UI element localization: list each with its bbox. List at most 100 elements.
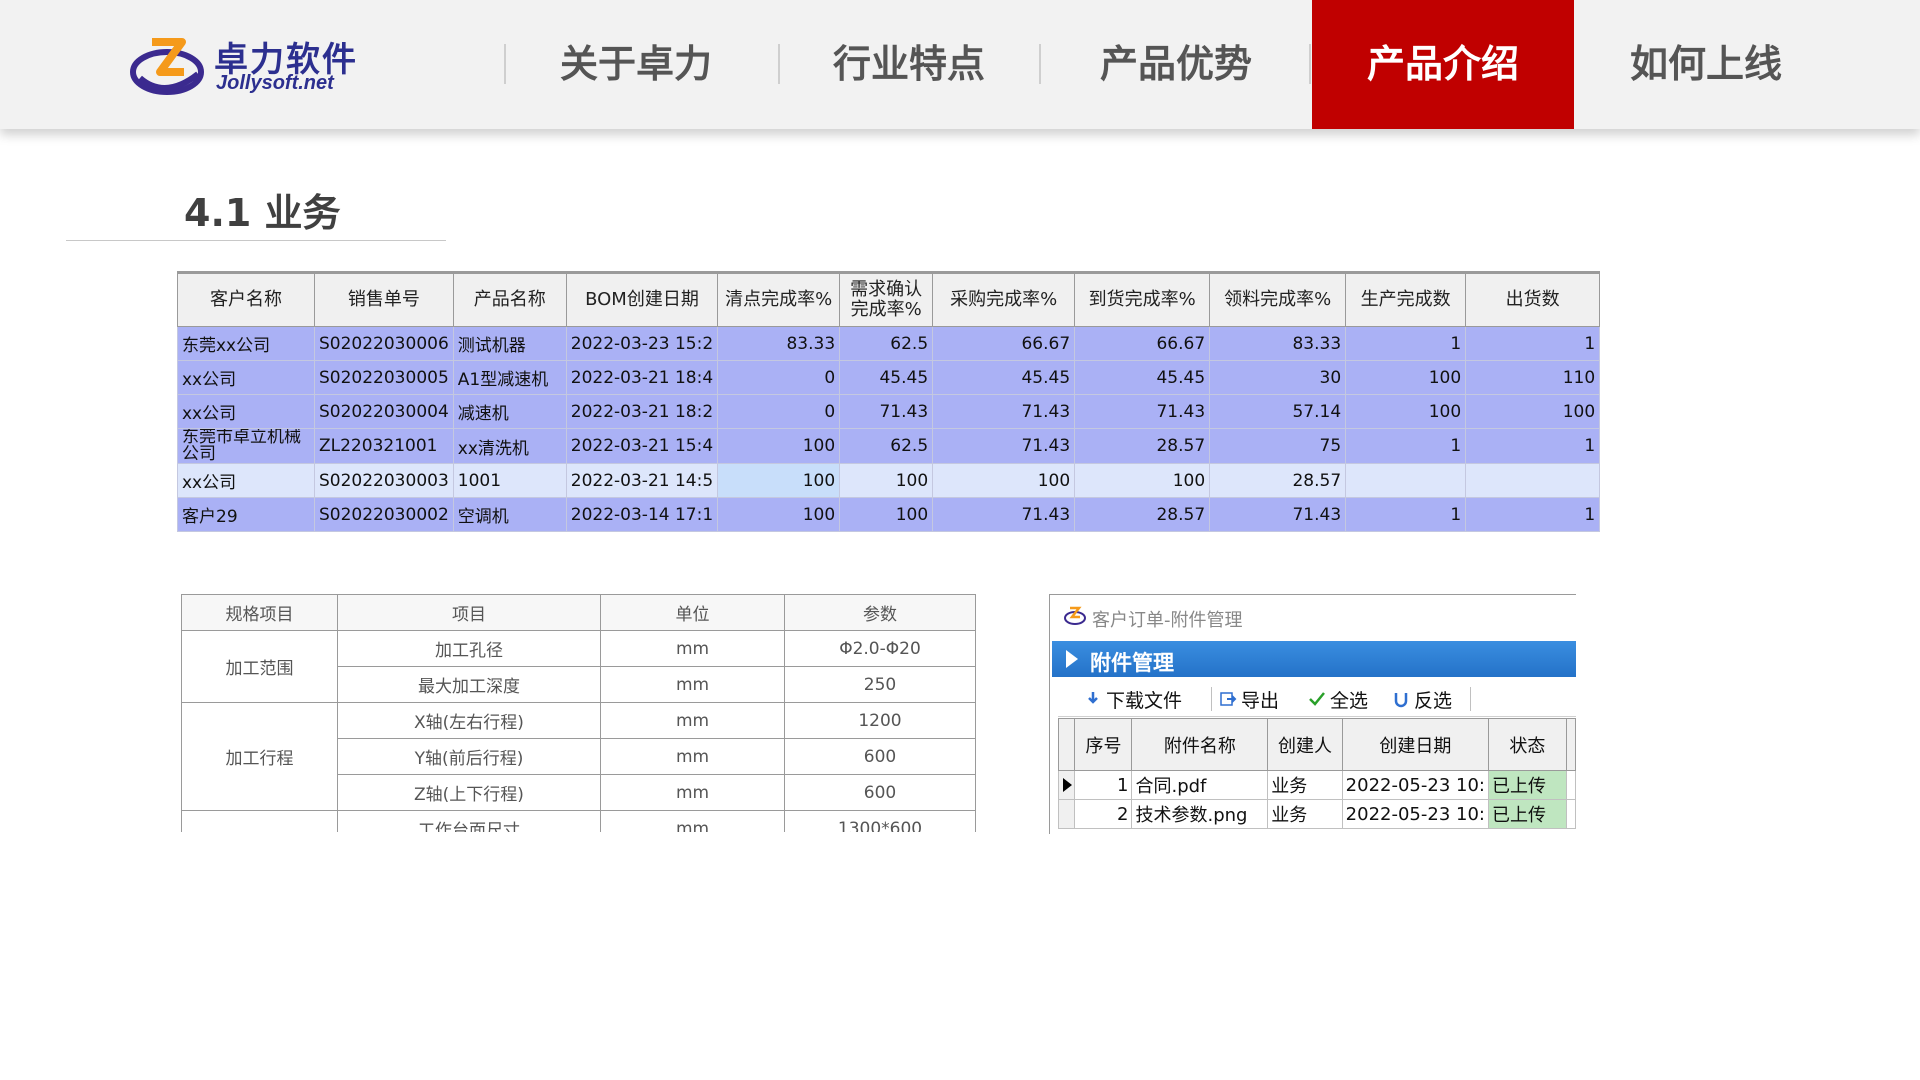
orders-column-header[interactable]: 领料完成率% <box>1209 272 1347 327</box>
orders-table-cell[interactable]: 71.43 <box>932 428 1076 464</box>
orders-column-header[interactable]: 需求确认 完成率% <box>839 272 934 327</box>
orders-table-cell[interactable]: 100 <box>717 463 841 498</box>
attachment-table-cell[interactable]: 已上传 <box>1487 799 1567 829</box>
orders-table-cell[interactable]: S02022030005 <box>314 360 454 395</box>
orders-table-cell[interactable]: 66.67 <box>1074 326 1211 361</box>
orders-table-row[interactable]: 客户29 S02022030002 空调机 2022-03-14 17:1 100 100… <box>177 497 1601 532</box>
invert-selection-button[interactable]: 反选 <box>1392 687 1452 712</box>
orders-table-cell[interactable]: 100 <box>1074 463 1211 498</box>
orders-table-cell[interactable]: 83.33 <box>1209 326 1347 361</box>
orders-table-cell[interactable]: 1001 <box>452 463 567 498</box>
orders-table-cell[interactable]: 83.33 <box>717 326 841 361</box>
orders-table-cell[interactable]: 28.57 <box>1074 497 1211 532</box>
attachment-table-cell[interactable]: 技术参数.png <box>1131 799 1269 829</box>
attachment-table-cell[interactable]: 业务 <box>1267 799 1343 829</box>
orders-table-cell[interactable]: xx公司 <box>177 394 315 429</box>
orders-table-cell[interactable]: S02022030002 <box>314 497 454 532</box>
orders-table-cell[interactable]: xx清洗机 <box>452 428 567 464</box>
orders-table-row[interactable]: 东莞xx公司 S02022030006 测试机器 2022-03-23 15:2 83.… <box>177 326 1601 361</box>
orders-table-cell[interactable]: 1 <box>1345 428 1467 464</box>
attachment-table-cell[interactable]: 2 <box>1074 799 1133 829</box>
orders-table-cell[interactable]: 71.43 <box>932 394 1076 429</box>
collapse-arrow-icon[interactable] <box>1066 650 1078 668</box>
attachment-column-header[interactable]: 序号 <box>1074 718 1133 771</box>
row-indicator[interactable] <box>1057 770 1076 800</box>
orders-table-cell[interactable]: 100 <box>717 428 841 464</box>
orders-table-cell[interactable]: xx公司 <box>177 463 315 498</box>
attachment-table-cell[interactable]: 已上传 <box>1487 770 1567 800</box>
orders-table-cell[interactable]: xx公司 <box>177 360 315 395</box>
orders-table-cell[interactable]: 62.5 <box>839 428 934 464</box>
orders-column-header[interactable]: 产品名称 <box>452 272 567 327</box>
orders-column-header[interactable]: 生产完成数 <box>1345 272 1467 327</box>
attachment-column-header[interactable]: 创建人 <box>1267 718 1343 771</box>
attachment-table-cell[interactable]: 2022-05-23 10: <box>1341 799 1489 829</box>
download-file-button[interactable]: 下载文件 <box>1084 687 1182 712</box>
orders-table-cell[interactable]: 71.43 <box>932 497 1076 532</box>
orders-table-cell[interactable]: 45.45 <box>839 360 934 395</box>
attachment-table-row[interactable]: 2 技术参数.png 业务 2022-05-23 10: 已上传 <box>1057 799 1576 829</box>
orders-table-row[interactable]: xx公司 S02022030004 减速机 2022-03-21 18:2 0 71.43… <box>177 394 1601 429</box>
orders-table-cell[interactable]: 57.14 <box>1209 394 1347 429</box>
orders-table-cell[interactable]: 100 <box>1345 394 1467 429</box>
orders-table-cell[interactable] <box>1465 463 1601 498</box>
orders-column-header[interactable]: 销售单号 <box>314 272 454 327</box>
logo[interactable]: 卓力软件 Jollysoft.net <box>130 30 360 100</box>
orders-table-cell[interactable]: 2022-03-21 18:2 <box>565 394 719 429</box>
nav-item-3[interactable]: 产品优势 <box>1045 0 1307 129</box>
orders-table-cell[interactable]: 2022-03-21 14:5 <box>565 463 719 498</box>
orders-table-cell[interactable]: 100 <box>839 463 934 498</box>
select-all-button[interactable]: 全选 <box>1308 687 1368 712</box>
orders-table-cell[interactable]: 客户29 <box>177 497 315 532</box>
orders-column-header[interactable]: BOM创建日期 <box>565 272 719 327</box>
attachment-column-header[interactable]: 创建日期 <box>1341 718 1489 771</box>
nav-item-4[interactable]: 产品介绍 <box>1312 0 1574 129</box>
orders-table-cell[interactable]: 2022-03-14 17:1 <box>565 497 719 532</box>
orders-table-cell[interactable]: 71.43 <box>1209 497 1347 532</box>
attachment-table-cell[interactable]: 1 <box>1074 770 1133 800</box>
orders-table-cell[interactable]: 110 <box>1465 360 1601 395</box>
orders-table-row[interactable]: xx公司 S02022030003 1001 2022-03-21 14:5 100 10… <box>177 463 1601 498</box>
nav-item-2[interactable]: 行业特点 <box>778 0 1040 129</box>
orders-table-cell[interactable]: 100 <box>839 497 934 532</box>
attachment-table-cell[interactable]: 业务 <box>1267 770 1343 800</box>
export-button[interactable]: 导出 <box>1219 687 1279 712</box>
orders-table-cell[interactable]: 1 <box>1345 497 1467 532</box>
orders-table-cell[interactable]: S02022030006 <box>314 326 454 361</box>
orders-table-cell[interactable]: 71.43 <box>839 394 934 429</box>
orders-table-cell[interactable]: 2022-03-23 15:2 <box>565 326 719 361</box>
orders-table-cell[interactable]: 30 <box>1209 360 1347 395</box>
orders-table-cell[interactable]: 62.5 <box>839 326 934 361</box>
attachment-column-header[interactable]: 附件名称 <box>1131 718 1269 771</box>
orders-table-cell[interactable]: 减速机 <box>452 394 567 429</box>
orders-table-cell[interactable]: S02022030004 <box>314 394 454 429</box>
attachment-column-header[interactable]: 状态 <box>1487 718 1567 771</box>
orders-table-cell[interactable]: 45.45 <box>1074 360 1211 395</box>
orders-table-cell[interactable]: 1 <box>1465 497 1601 532</box>
orders-table-cell[interactable]: S02022030003 <box>314 463 454 498</box>
orders-table-cell[interactable]: 28.57 <box>1074 428 1211 464</box>
orders-table-cell[interactable]: 100 <box>932 463 1076 498</box>
orders-table-cell[interactable]: 2022-03-21 15:4 <box>565 428 719 464</box>
orders-table-cell[interactable]: 100 <box>1465 394 1601 429</box>
orders-table-cell[interactable]: 100 <box>1345 360 1467 395</box>
orders-table-cell[interactable]: 0 <box>717 394 841 429</box>
orders-column-header[interactable]: 到货完成率% <box>1074 272 1211 327</box>
orders-table-cell[interactable]: 空调机 <box>452 497 567 532</box>
orders-table-cell[interactable] <box>1345 463 1467 498</box>
orders-table-cell[interactable]: 71.43 <box>1074 394 1211 429</box>
orders-column-header[interactable]: 客户名称 <box>177 272 315 327</box>
orders-table-cell[interactable]: 东莞市卓立机械公司 <box>177 428 315 464</box>
nav-item-1[interactable]: 关于卓力 <box>505 0 767 129</box>
orders-table-cell[interactable]: 东莞xx公司 <box>177 326 315 361</box>
attachment-table-row[interactable]: 1 合同.pdf 业务 2022-05-23 10: 已上传 <box>1057 770 1576 800</box>
orders-table-cell[interactable]: ZL220321001 <box>314 428 454 464</box>
orders-table-cell[interactable]: 0 <box>717 360 841 395</box>
orders-table-cell[interactable]: 1 <box>1345 326 1467 361</box>
attachment-table-cell[interactable]: 2022-05-23 10: <box>1341 770 1489 800</box>
attachment-table-cell[interactable]: 合同.pdf <box>1131 770 1269 800</box>
orders-table-cell[interactable]: 2022-03-21 18:4 <box>565 360 719 395</box>
orders-table-cell[interactable]: 100 <box>717 497 841 532</box>
orders-table-row[interactable]: xx公司 S02022030005 A1型减速机 2022-03-21 18:4 0 45… <box>177 360 1601 395</box>
nav-item-5[interactable]: 如何上线 <box>1575 0 1837 129</box>
